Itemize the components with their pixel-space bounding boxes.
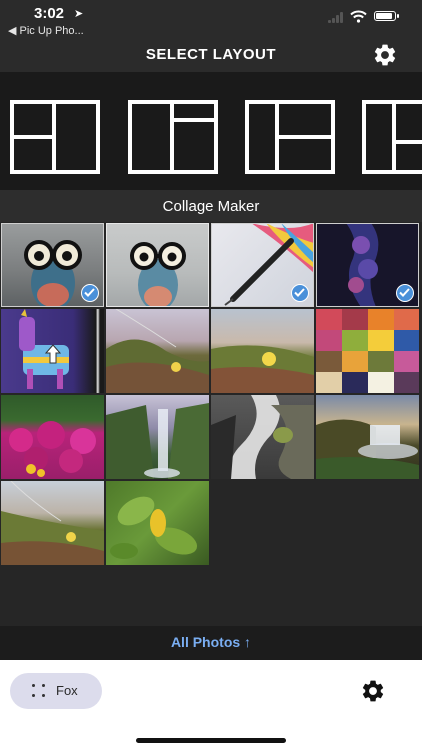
fox-label: Fox	[56, 683, 78, 698]
photo-thumbnail[interactable]	[211, 309, 314, 393]
header-bar: SELECT LAYOUT	[0, 42, 422, 72]
photo-thumbnail[interactable]	[211, 395, 314, 479]
layout-option-3[interactable]	[245, 100, 335, 174]
photo-thumbnail[interactable]	[106, 395, 209, 479]
status-bar: 3:02 ➤ ◀ Pic Up Pho...	[0, 0, 422, 42]
bottom-toolbar: Fox	[0, 660, 422, 750]
layout-option-4[interactable]	[362, 100, 422, 174]
signal-icon	[328, 12, 346, 23]
selected-check-icon	[291, 284, 309, 302]
photo-thumbnail[interactable]	[106, 309, 209, 393]
location-arrow-icon: ➤	[74, 8, 84, 20]
back-to-app-link[interactable]: ◀ Pic Up Pho...	[8, 24, 84, 37]
photo-thumbnail[interactable]	[316, 309, 419, 393]
photo-thumbnail[interactable]	[106, 481, 209, 565]
page-title: SELECT LAYOUT	[145, 46, 277, 63]
photo-thumbnail[interactable]	[1, 395, 104, 479]
battery-icon	[374, 11, 399, 21]
gear-icon[interactable]	[360, 678, 386, 704]
photo-thumbnail[interactable]	[211, 223, 314, 307]
photo-thumbnail[interactable]	[1, 223, 104, 307]
layout-selector[interactable]	[0, 72, 422, 190]
gear-icon[interactable]	[372, 42, 398, 68]
wifi-icon	[350, 10, 367, 23]
photo-thumbnail[interactable]	[316, 223, 419, 307]
status-time: 3:02	[34, 5, 65, 22]
section-header: Collage Maker	[0, 190, 422, 222]
photo-thumbnail[interactable]	[1, 309, 104, 393]
layout-option-1[interactable]	[10, 100, 100, 174]
section-title: Collage Maker	[162, 198, 260, 215]
selected-check-icon	[396, 284, 414, 302]
all-photos-bar: All Photos ↑	[0, 626, 422, 660]
all-photos-button[interactable]: All Photos ↑	[0, 634, 422, 650]
photo-thumbnail[interactable]	[106, 223, 209, 307]
photo-grid	[0, 222, 422, 626]
layout-option-2[interactable]	[128, 100, 218, 174]
photo-thumbnail[interactable]	[1, 481, 104, 565]
selected-check-icon	[81, 284, 99, 302]
photo-thumbnail[interactable]	[316, 395, 419, 479]
fox-button[interactable]: Fox	[10, 673, 102, 709]
grid-dots-icon	[32, 684, 46, 698]
home-indicator	[136, 738, 286, 743]
